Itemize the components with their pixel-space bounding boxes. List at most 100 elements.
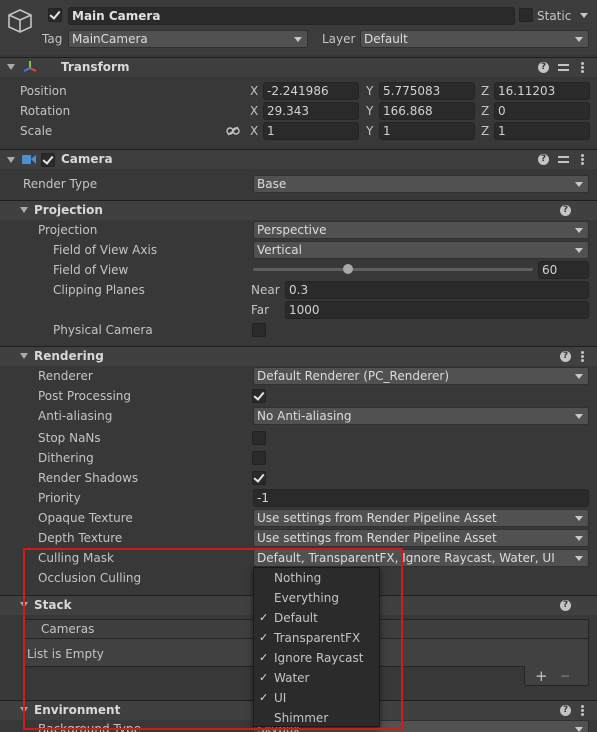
fov-slider-handle[interactable] — [343, 264, 353, 274]
scale-link-icon[interactable] — [226, 125, 240, 136]
opaque-texture-label: Opaque Texture — [38, 511, 133, 525]
static-dropdown-arrow[interactable] — [580, 13, 588, 18]
environment-foldout-icon[interactable] — [20, 707, 28, 713]
rotation-label: Rotation — [20, 104, 71, 118]
environment-title: Environment — [34, 703, 121, 717]
static-label: Static — [537, 9, 572, 23]
tag-label: Tag — [42, 32, 63, 46]
stop-nans-label: Stop NaNs — [38, 431, 101, 445]
camera-help-icon[interactable]: ? — [538, 154, 549, 165]
environment-help-icon[interactable]: ? — [560, 705, 571, 716]
projection-foldout-icon[interactable] — [20, 207, 28, 213]
culling-mask-menu: Nothing Everything ✓ Default ✓ TransparentFX ✓… — [253, 567, 380, 727]
projection-label: Projection — [38, 223, 98, 237]
camera-menu-icon[interactable] — [581, 154, 584, 165]
gameobject-cube-icon — [7, 8, 33, 34]
projection-dropdown[interactable]: Perspective — [253, 221, 589, 239]
projection-help-icon[interactable]: ? — [560, 205, 571, 216]
cameras-list-title: Cameras — [41, 622, 95, 636]
position-z-label[interactable]: Z — [481, 83, 489, 99]
stack-help-icon[interactable]: ? — [560, 600, 571, 611]
culling-menu-item[interactable]: ✓ Default — [254, 608, 379, 628]
stop-nans-checkbox[interactable] — [252, 431, 266, 445]
camera-enabled-checkbox[interactable] — [41, 153, 55, 167]
rotation-y-field[interactable]: 166.868 — [379, 102, 475, 120]
transform-title: Transform — [61, 60, 130, 74]
rotation-z-field[interactable]: 0 — [494, 102, 590, 120]
culling-menu-item[interactable]: ✓ UI — [254, 688, 379, 708]
layer-dropdown[interactable]: Default — [360, 30, 589, 48]
physical-camera-checkbox[interactable] — [252, 323, 266, 337]
position-x-label[interactable]: X — [250, 83, 258, 99]
culling-menu-item[interactable]: Everything — [254, 588, 379, 608]
dithering-checkbox[interactable] — [252, 451, 266, 465]
render-type-dropdown[interactable]: Base — [253, 175, 589, 193]
cameras-list-footer — [524, 666, 589, 686]
fov-label: Field of View — [53, 263, 129, 277]
static-checkbox[interactable] — [519, 8, 533, 22]
fov-axis-dropdown[interactable]: Vertical — [253, 241, 589, 259]
checkmark-icon: ✓ — [259, 671, 269, 684]
culling-menu-item-label: Ignore Raycast — [274, 651, 364, 665]
render-shadows-label: Render Shadows — [38, 471, 139, 485]
fov-field[interactable]: 60 — [538, 261, 589, 279]
culling-menu-item[interactable]: ✓ TransparentFX — [254, 628, 379, 648]
scale-z-field[interactable]: 1 — [494, 122, 590, 140]
renderer-dropdown[interactable]: Default Renderer (PC_Renderer) — [253, 367, 589, 385]
tag-dropdown[interactable]: MainCamera — [68, 30, 308, 48]
remove-camera-button[interactable]: − — [560, 668, 570, 684]
priority-field[interactable]: -1 — [253, 489, 589, 507]
priority-label: Priority — [38, 491, 81, 505]
position-x-field[interactable]: -2.241986 — [263, 82, 359, 100]
opaque-texture-dropdown[interactable]: Use settings from Render Pipeline Asset — [253, 509, 589, 527]
transform-menu-icon[interactable] — [581, 62, 584, 73]
transform-presets-icon[interactable] — [558, 62, 569, 73]
rotation-x-field[interactable]: 29.343 — [263, 102, 359, 120]
name-field[interactable]: Main Camera — [68, 7, 515, 25]
depth-texture-dropdown[interactable]: Use settings from Render Pipeline Asset — [253, 529, 589, 547]
scale-x-label[interactable]: X — [250, 123, 258, 139]
stack-title: Stack — [34, 598, 72, 612]
far-field[interactable]: 1000 — [285, 301, 589, 319]
projection-value: Perspective — [257, 223, 327, 237]
environment-menu-icon[interactable] — [581, 705, 584, 716]
culling-menu-item[interactable]: Shimmer — [254, 708, 379, 728]
add-camera-button[interactable]: + — [535, 668, 548, 684]
culling-mask-value: Default, TransparentFX, Ignore Raycast, … — [257, 551, 555, 565]
position-y-field[interactable]: 5.775083 — [379, 82, 475, 100]
culling-mask-dropdown[interactable]: Default, TransparentFX, Ignore Raycast, … — [253, 549, 589, 567]
scale-y-field[interactable]: 1 — [379, 122, 475, 140]
near-label[interactable]: Near — [251, 282, 280, 298]
anti-aliasing-dropdown[interactable]: No Anti-aliasing — [253, 407, 589, 425]
culling-menu-item[interactable]: ✓ Water — [254, 668, 379, 688]
scale-y-label[interactable]: Y — [366, 123, 373, 139]
scale-z-label[interactable]: Z — [481, 123, 489, 139]
scale-x-field[interactable]: 1 — [263, 122, 359, 140]
transform-foldout-icon[interactable] — [7, 64, 15, 70]
camera-foldout-icon[interactable] — [7, 157, 15, 163]
position-z-field[interactable]: 16.11203 — [494, 82, 590, 100]
near-field[interactable]: 0.3 — [285, 281, 589, 299]
transform-axis-icon — [22, 59, 38, 75]
rendering-foldout-icon[interactable] — [20, 353, 28, 359]
stack-foldout-icon[interactable] — [20, 602, 28, 608]
position-y-label[interactable]: Y — [366, 83, 373, 99]
post-processing-checkbox[interactable] — [252, 389, 266, 403]
render-type-value: Base — [257, 177, 287, 191]
culling-menu-item-label: UI — [274, 691, 287, 705]
rendering-help-icon[interactable]: ? — [560, 351, 571, 362]
far-label[interactable]: Far — [251, 302, 269, 318]
fov-slider-track[interactable] — [253, 268, 533, 271]
culling-menu-item-label: Default — [274, 611, 318, 625]
checkmark-icon: ✓ — [259, 651, 269, 664]
active-checkbox[interactable] — [48, 8, 62, 22]
render-shadows-checkbox[interactable] — [252, 471, 266, 485]
culling-menu-item[interactable]: ✓ Ignore Raycast — [254, 648, 379, 668]
transform-help-icon[interactable]: ? — [538, 62, 549, 73]
rotation-z-label[interactable]: Z — [481, 103, 489, 119]
rotation-y-label[interactable]: Y — [366, 103, 373, 119]
rendering-menu-icon[interactable] — [581, 351, 584, 362]
rotation-x-label[interactable]: X — [250, 103, 258, 119]
culling-menu-item[interactable]: Nothing — [254, 568, 379, 588]
camera-presets-icon[interactable] — [558, 154, 569, 165]
